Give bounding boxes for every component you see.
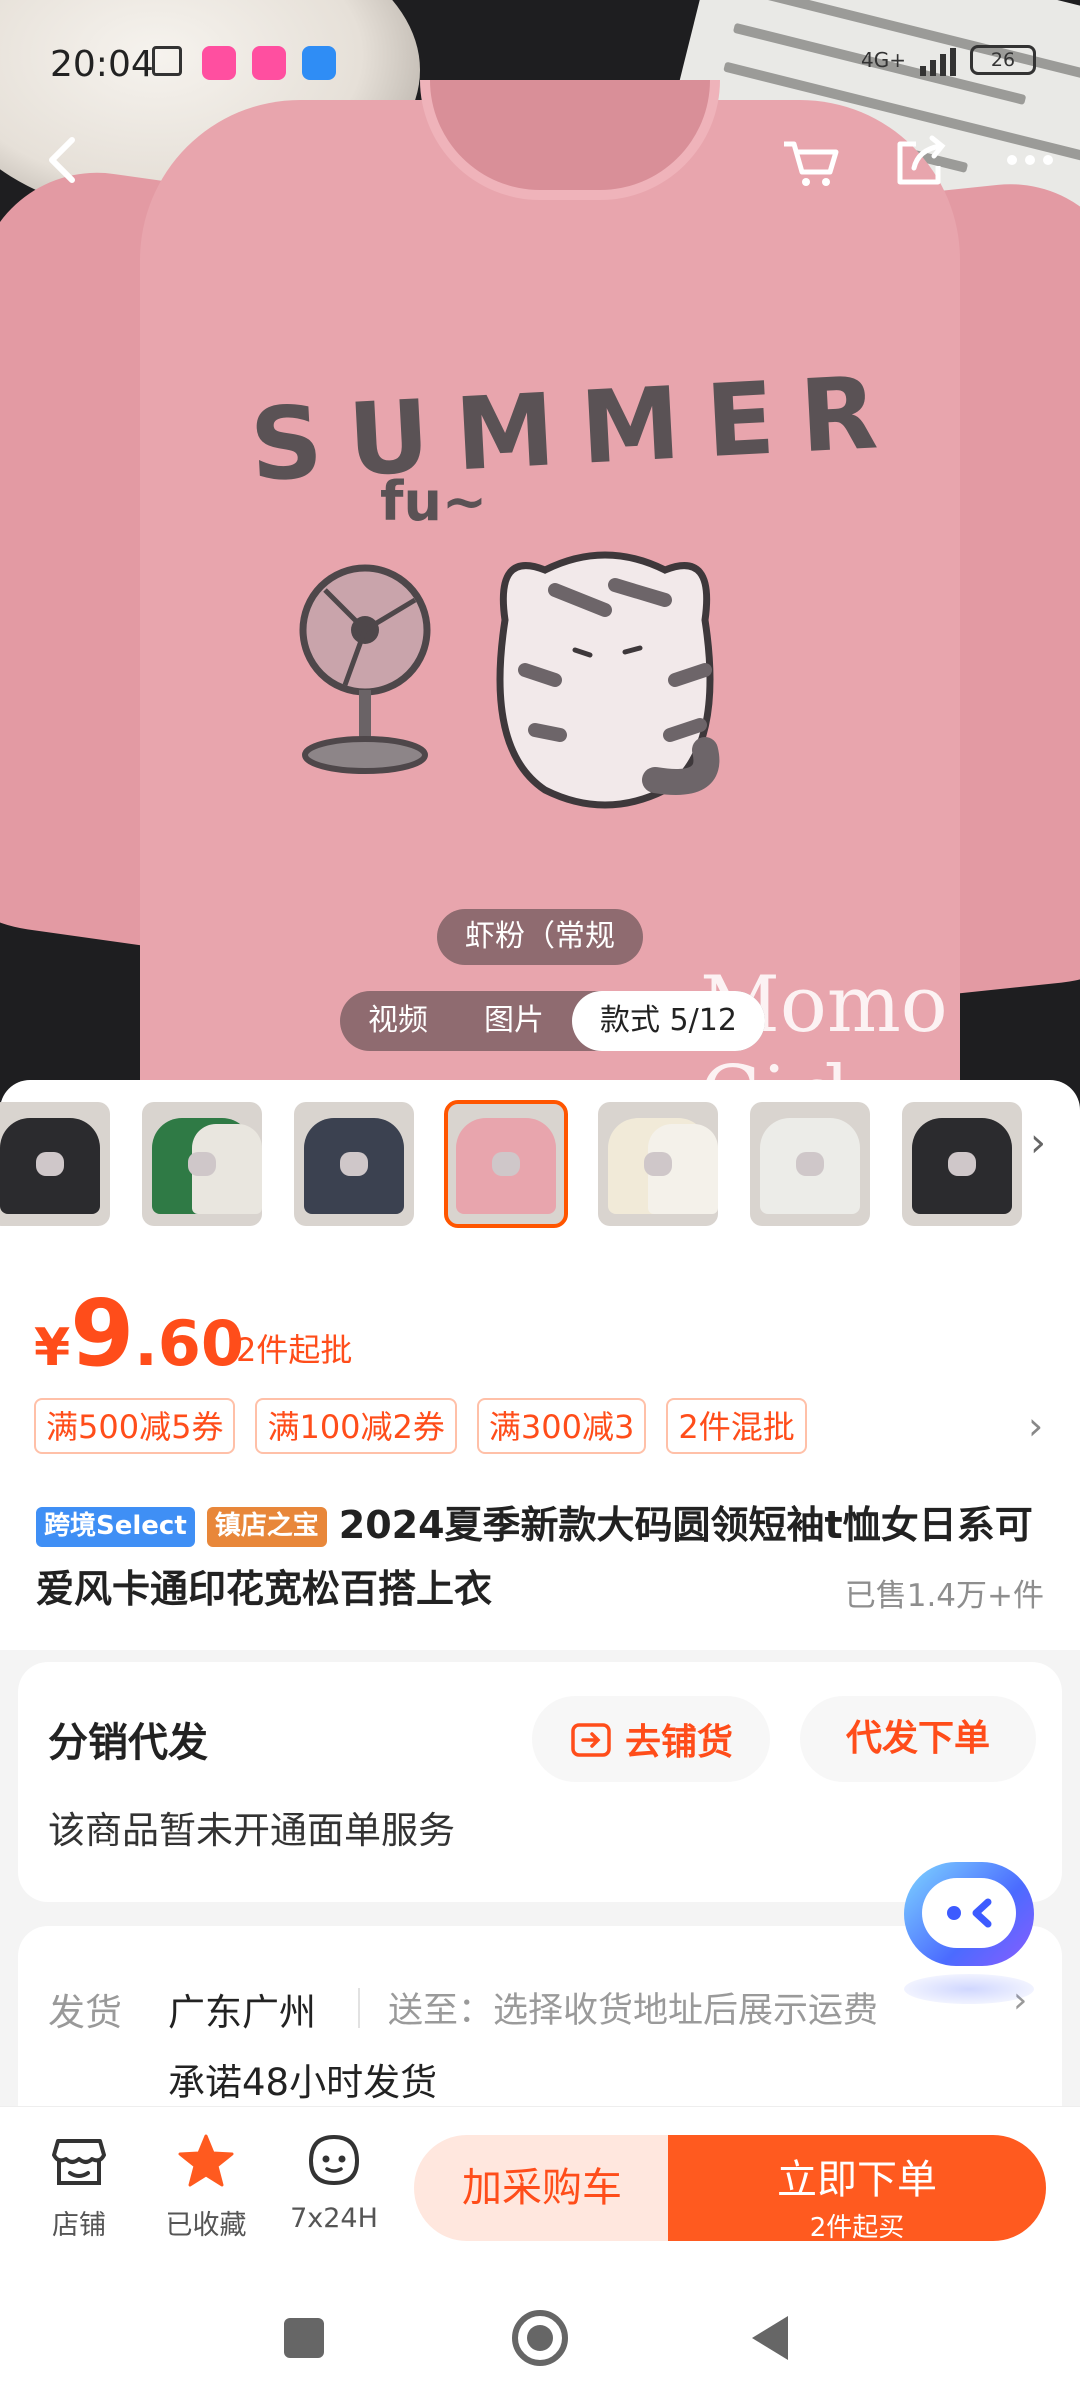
cart-icon[interactable] <box>770 120 850 200</box>
assistant-glow <box>904 1974 1034 2004</box>
shipping-promise: 承诺48小时发货 <box>168 2061 438 2104</box>
battery-icon: 26 <box>970 45 1036 75</box>
shipping-card[interactable]: 发货 广东广州 送至：选择收货地址后展示运费 › 承诺48小时发货 <box>18 1926 1062 2126</box>
signal-icon <box>920 44 956 76</box>
distribute-button[interactable]: 去铺货 <box>532 1696 770 1782</box>
min-order-label: 2件起批 <box>236 1331 353 1369</box>
store-icon <box>52 2139 106 2185</box>
network-type: 4G+ <box>861 48 906 72</box>
coupon-list[interactable]: 满500减5券 满100减2券 满300减3 2件混批 <box>34 1398 807 1454</box>
customer-service-button[interactable]: 7x24H <box>279 2133 389 2234</box>
recent-apps-icon[interactable] <box>284 2318 324 2358</box>
export-icon <box>571 1723 611 1757</box>
style-thumbnail[interactable] <box>750 1102 870 1226</box>
store-label: 店铺 <box>52 2210 106 2241</box>
star-icon <box>178 2134 234 2187</box>
assistant-face-icon <box>922 1878 1016 1948</box>
price-integer: 9 <box>70 1280 135 1387</box>
price-decimal: .60 <box>134 1307 245 1380</box>
add-to-cart-button[interactable]: 加采购车 <box>414 2135 670 2241</box>
back-icon[interactable] <box>24 120 104 200</box>
shirt-print-subtext: fu~ <box>380 470 488 533</box>
cross-border-tag: 跨境Select <box>36 1507 195 1547</box>
status-time: 20:04 <box>50 44 154 85</box>
status-bar: 20:04 4G+ 26 <box>0 0 1080 130</box>
system-back-icon[interactable] <box>752 2316 788 2360</box>
coupon-tag[interactable]: 2件混批 <box>666 1398 807 1454</box>
app-notification-icon <box>252 46 286 80</box>
buy-now-sublabel: 2件起买 <box>809 2213 905 2243</box>
tab-images[interactable]: 图片 <box>456 991 572 1051</box>
shipping-label: 发货 <box>48 1991 122 2034</box>
style-thumbnail[interactable] <box>598 1102 718 1226</box>
favorite-button[interactable]: 已收藏 <box>151 2133 261 2242</box>
nfc-icon <box>152 46 182 76</box>
product-image-gallery[interactable]: SUMMER fu~ Momo Girl 20:04 4G+ 26 <box>0 0 1080 1110</box>
product-info-card: › ¥ 9 .60 2件起批 满500减5券 满100减2券 满300减3 2件… <box>0 1080 1080 1650</box>
store-button[interactable]: 店铺 <box>24 2133 134 2242</box>
media-tabs: 视频 图片 款式 5/12 <box>340 991 765 1051</box>
coupon-tag[interactable]: 满100减2券 <box>255 1398 457 1454</box>
buy-now-label: 立即下单 <box>777 2157 937 2203</box>
style-thumbnail[interactable] <box>142 1102 262 1226</box>
distribution-card: 分销代发 该商品暂未开通面单服务 去铺货 代发下单 <box>18 1662 1062 1902</box>
chat-bot-icon <box>308 2134 360 2186</box>
fan-illustration <box>299 564 431 774</box>
style-thumbnail[interactable] <box>0 1102 110 1226</box>
bottom-action-bar: 店铺 已收藏 7x24H 加采购车 立即下单 2件起买 <box>0 2106 1080 2274</box>
price: ¥ 9 .60 <box>34 1280 244 1387</box>
more-icon[interactable] <box>990 120 1070 200</box>
coupon-tag[interactable]: 满300减3 <box>476 1398 647 1454</box>
ai-assistant-button[interactable] <box>904 1862 1034 1966</box>
status-indicators: 4G+ 26 <box>861 44 1036 76</box>
home-icon[interactable] <box>512 2310 568 2366</box>
chevron-right-icon[interactable]: › <box>1030 1120 1046 1166</box>
share-icon[interactable] <box>880 120 960 200</box>
app-notification-icon <box>202 46 236 80</box>
chevron-right-icon[interactable]: › <box>1028 1404 1043 1448</box>
coupon-tag[interactable]: 满500减5券 <box>34 1398 236 1454</box>
style-thumbnail[interactable] <box>444 1100 568 1228</box>
style-thumbnail[interactable] <box>294 1102 414 1226</box>
cat-illustration <box>496 551 720 809</box>
upload-icon <box>302 46 336 80</box>
ship-from: 广东广州 <box>168 1991 316 2034</box>
price-currency: ¥ <box>34 1318 71 1378</box>
style-thumbnail[interactable] <box>902 1102 1022 1226</box>
distribute-label: 去铺货 <box>624 1722 733 1763</box>
style-thumbnails <box>0 1100 1080 1230</box>
ship-to: 送至：选择收货地址后展示运费 <box>388 1991 879 2031</box>
tab-video[interactable]: 视频 <box>340 991 456 1051</box>
distribution-note: 该商品暂未开通面单服务 <box>48 1809 455 1852</box>
store-treasure-tag: 镇店之宝 <box>206 1507 327 1547</box>
color-variant-label: 虾粉（常规 <box>437 909 643 965</box>
divider <box>358 1988 360 2028</box>
sold-count: 已售1.4万+件 <box>844 1578 1044 1614</box>
favorite-label: 已收藏 <box>165 2210 247 2241</box>
tab-styles[interactable]: 款式 5/12 <box>572 991 765 1051</box>
distribution-title: 分销代发 <box>48 1720 208 1766</box>
dropship-order-button[interactable]: 代发下单 <box>800 1696 1036 1782</box>
service-label: 7x24H <box>290 2203 378 2234</box>
system-nav-bar <box>0 2274 1080 2400</box>
buy-now-button[interactable]: 立即下单 2件起买 <box>668 2135 1046 2243</box>
